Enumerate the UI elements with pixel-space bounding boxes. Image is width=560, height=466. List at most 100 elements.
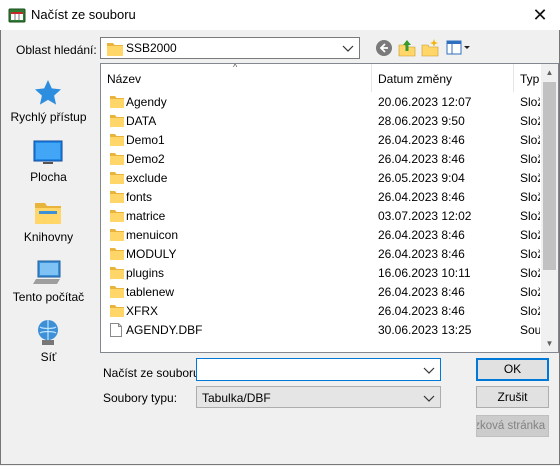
network-icon [38, 320, 58, 345]
folder-icon [110, 229, 124, 241]
place-label: Tento počítač [12, 290, 85, 304]
libraries-icon [35, 203, 61, 224]
places-bar: Rychlý přístup Plocha Knihovny Tento poč… [5, 63, 92, 373]
window-title: Načíst ze souboru [31, 7, 136, 22]
file-type: Složka [520, 133, 540, 147]
file-icon [110, 323, 122, 337]
folder-icon [110, 248, 124, 260]
file-row[interactable]: fonts 26.04.2023 8:46 Složka [101, 187, 541, 206]
chevron-down-icon[interactable] [421, 362, 437, 378]
desktop-icon [33, 140, 63, 164]
file-type: Složka [520, 266, 540, 280]
new-folder-icon[interactable] [421, 39, 439, 57]
column-header-type[interactable]: Typ [514, 64, 544, 92]
file-name: MODULY [126, 247, 177, 261]
file-type: Složka [520, 304, 540, 318]
chevron-down-icon[interactable] [421, 390, 437, 406]
place-desktop[interactable]: Plocha [5, 134, 92, 194]
lookin-value: SSB2000 [126, 41, 177, 55]
file-row[interactable]: matrice 03.07.2023 12:02 Složka [101, 206, 541, 225]
folder-icon [110, 286, 124, 298]
file-name: fonts [126, 190, 153, 204]
file-date: 26.04.2023 8:46 [378, 304, 465, 318]
place-this-pc[interactable]: Tento počítač [5, 254, 92, 314]
file-row[interactable]: DATA 28.06.2023 9:50 Složka [101, 111, 541, 130]
filetype-label: Soubory typu: [103, 391, 178, 405]
place-label: Knihovny [23, 230, 74, 244]
app-icon [8, 6, 26, 24]
file-type: Složka [520, 285, 540, 299]
file-date: 26.04.2023 8:46 [378, 285, 465, 299]
file-name: Agendy [126, 95, 167, 109]
file-row[interactable]: exclude 26.05.2023 9:04 Složka [101, 168, 541, 187]
place-quick-access[interactable]: Rychlý přístup [5, 74, 92, 134]
file-name: DATA [126, 114, 157, 128]
file-type: Složka [520, 114, 540, 128]
file-name: menuicon [126, 228, 179, 242]
file-list[interactable]: Název ^ Datum změny Typ Agendy 20.06.2023… [100, 63, 559, 353]
file-type: Složka [520, 152, 540, 166]
scroll-up-arrow-icon[interactable]: ▲ [541, 64, 558, 81]
folder-icon [110, 267, 124, 279]
file-row[interactable]: plugins 16.06.2023 10:11 Složka [101, 263, 541, 282]
file-row[interactable]: Demo2 26.04.2023 8:46 Složka [101, 149, 541, 168]
file-date: 26.04.2023 8:46 [378, 190, 465, 204]
place-label: Plocha [30, 170, 67, 184]
folder-icon [110, 210, 124, 222]
file-row[interactable]: tablenew 26.04.2023 8:46 Složka [101, 282, 541, 301]
file-name: exclude [126, 171, 168, 185]
file-name: Demo2 [126, 152, 165, 166]
file-type: Složka [520, 190, 540, 204]
file-row[interactable]: XFRX 26.04.2023 8:46 Složka [101, 301, 541, 320]
filename-label: Načíst ze souboru [103, 366, 200, 380]
file-row[interactable]: MODULY 26.04.2023 8:46 Složka [101, 244, 541, 263]
sort-arrow-icon: ^ [233, 63, 238, 72]
folder-icon [110, 96, 124, 108]
file-row[interactable]: Demo1 26.04.2023 8:46 Složka [101, 130, 541, 149]
lookin-combobox[interactable]: SSB2000 [100, 37, 360, 59]
folder-icon [110, 134, 124, 146]
file-row[interactable]: Agendy 20.06.2023 12:07 Složka [101, 92, 541, 111]
file-date: 26.04.2023 8:46 [378, 247, 465, 261]
file-type: Složka [520, 228, 540, 242]
place-network[interactable]: Síť [5, 314, 92, 374]
scroll-thumb[interactable] [543, 82, 556, 270]
up-folder-icon[interactable] [398, 39, 416, 57]
chevron-down-icon[interactable] [340, 40, 356, 56]
file-type: Složka [520, 171, 540, 185]
place-label: Síť [40, 350, 57, 364]
ok-button[interactable]: OK [476, 358, 549, 381]
view-menu-icon[interactable] [446, 39, 472, 57]
file-name: XFRX [126, 304, 159, 318]
quick-access-star-icon [35, 80, 61, 105]
column-header-label: Datum změny [378, 72, 453, 86]
file-date: 26.04.2023 8:46 [378, 133, 465, 147]
back-icon[interactable] [375, 39, 393, 57]
file-type: Složka [520, 95, 540, 109]
column-header-name[interactable]: Název ^ [101, 64, 372, 92]
file-date: 20.06.2023 12:07 [378, 95, 472, 109]
file-row[interactable]: AGENDY.DBF 30.06.2023 13:25 Soubor [101, 320, 541, 339]
cancel-button[interactable]: Zrušit [476, 386, 549, 408]
place-label: Rychlý přístup [10, 110, 87, 124]
close-button[interactable]: ✕ [520, 0, 560, 30]
file-name: matrice [126, 209, 166, 223]
this-pc-icon [33, 260, 61, 284]
vertical-scrollbar[interactable]: ▲ ▼ [541, 64, 558, 352]
folder-icon [110, 191, 124, 203]
file-date: 26.04.2023 8:46 [378, 152, 465, 166]
file-date: 30.06.2023 13:25 [378, 323, 472, 337]
file-date: 26.04.2023 8:46 [378, 228, 465, 242]
filename-input[interactable] [196, 358, 441, 381]
scroll-down-arrow-icon[interactable]: ▼ [541, 335, 558, 352]
file-name: plugins [126, 266, 165, 280]
file-date: 03.07.2023 12:02 [378, 209, 472, 223]
folder-icon [110, 172, 124, 184]
file-name: Demo1 [126, 133, 165, 147]
place-libraries[interactable]: Knihovny [5, 194, 92, 254]
folder-icon [110, 305, 124, 317]
file-date: 16.06.2023 10:11 [378, 266, 471, 280]
filetype-select[interactable]: Tabulka/DBF [196, 386, 441, 408]
column-header-date[interactable]: Datum změny [372, 64, 514, 92]
file-row[interactable]: menuicon 26.04.2023 8:46 Složka [101, 225, 541, 244]
